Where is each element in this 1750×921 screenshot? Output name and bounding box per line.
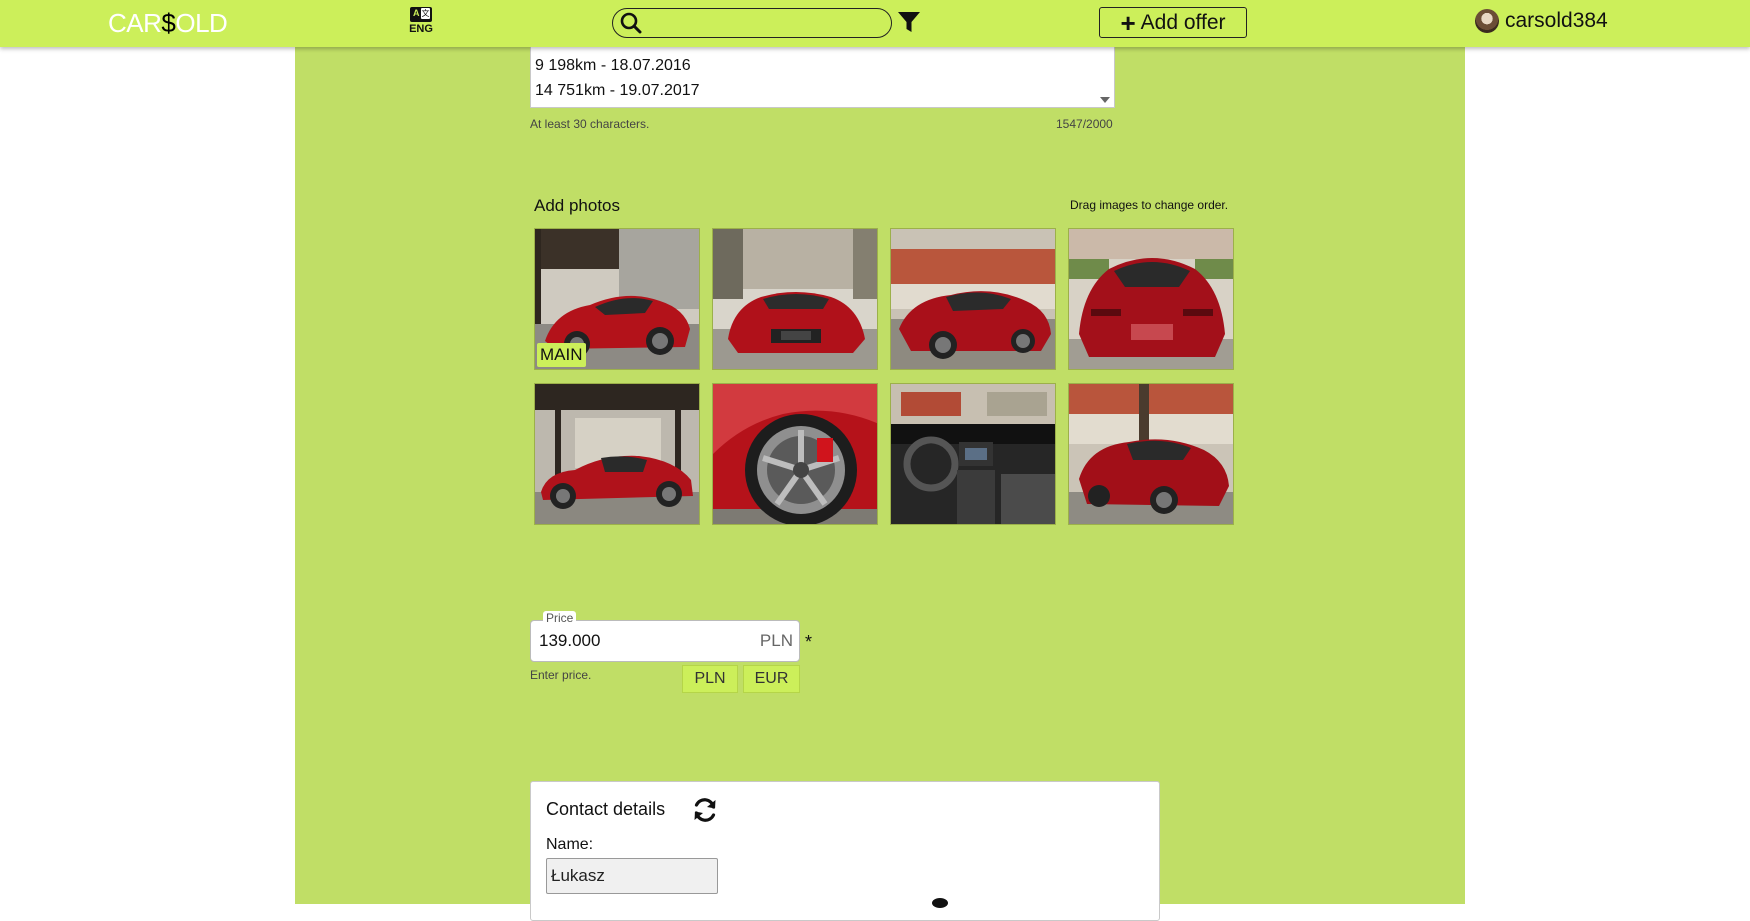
add-offer-label: Add offer [1140,10,1226,34]
photo-thumbnail-4[interactable] [1068,228,1234,370]
search-icon[interactable] [620,12,642,34]
price-input[interactable] [539,631,719,651]
price-hint: Enter price. [530,668,592,682]
contact-details-card: Contact details Name: [530,781,1160,921]
photos-reorder-hint: Drag images to change order. [1070,198,1229,212]
main-photo-badge: MAIN [537,343,586,367]
logo-text-dollar: $ [161,8,176,38]
language-switcher[interactable]: ENG [408,7,434,35]
photo-thumbnail-5[interactable] [534,383,700,525]
currency-pln-button[interactable]: PLN [682,665,738,693]
description-hint: At least 30 characters. [530,117,650,131]
filter-icon[interactable] [898,12,920,33]
plus-icon: + [1120,7,1136,38]
offer-form-panel [295,47,1465,904]
map-marker-icon [932,898,948,908]
add-offer-button[interactable]: + Add offer [1099,7,1247,38]
photo-thumbnail-1[interactable]: MAIN [534,228,700,370]
add-photos-title: Add photos [534,196,621,215]
search-input[interactable] [651,13,881,33]
logo-text-car: CAR [108,8,162,38]
photo-thumbnail-6[interactable] [712,383,878,525]
photo-thumbnail-2[interactable] [712,228,878,370]
avatar [1475,9,1499,33]
photo-thumbnail-7[interactable] [890,383,1056,525]
description-char-counter: 1547/2000 [1056,117,1113,131]
name-label: Name: [546,836,594,853]
language-label: ENG [409,23,433,35]
price-legend: Price [543,611,577,625]
description-textarea[interactable]: 9 198km - 18.07.2016 14 751km - 19.07.20… [530,47,1115,108]
top-navigation-bar: CAR$OLD ENG + Add offer carsold384 [0,0,1750,47]
contact-details-title: Contact details [546,799,666,819]
translate-icon [410,7,432,22]
currency-eur-button[interactable]: EUR [743,665,800,693]
logo-text-old: OLD [175,8,228,38]
user-menu[interactable]: carsold384 [1475,9,1608,33]
price-field[interactable]: Price PLN [530,611,800,662]
scroll-down-arrow-icon[interactable] [1100,97,1110,103]
search-bar[interactable] [612,8,892,38]
site-logo[interactable]: CAR$OLD [108,8,228,39]
name-input[interactable] [546,858,718,894]
price-unit: PLN [759,631,793,650]
description-line: 9 198km - 18.07.2016 [535,57,691,74]
username: carsold384 [1505,9,1608,32]
refresh-icon[interactable] [691,796,719,824]
photo-thumbnail-3[interactable] [890,228,1056,370]
description-line: 14 751km - 19.07.2017 [535,82,700,99]
photo-thumbnail-8[interactable] [1068,383,1234,525]
required-mark: * [805,632,813,652]
